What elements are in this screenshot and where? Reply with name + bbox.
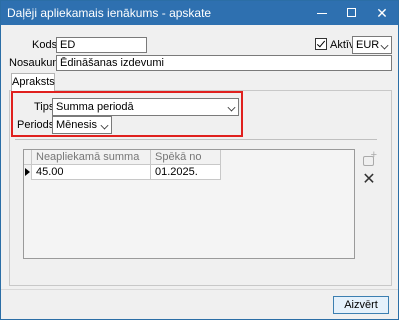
kods-label: Kods [32, 39, 58, 51]
minimize-button[interactable] [307, 1, 337, 25]
title-bar: Daļēji apliekamais ienākums - apskate ✕ [1, 1, 398, 25]
maximize-button[interactable] [337, 1, 367, 25]
aktivs-checkbox[interactable] [315, 38, 327, 50]
tab-apraksts-label: Apraksts [12, 76, 55, 88]
column-header-speka-no[interactable]: Spēkā no [151, 150, 221, 165]
currency-value: EUR [356, 39, 380, 51]
chevron-down-icon [380, 41, 389, 50]
data-grid[interactable]: Neapliekamā summa Spēkā no 45.00 01.2025… [23, 149, 355, 259]
footer-divider [1, 289, 398, 290]
grid-corner [24, 150, 32, 165]
periods-value: Mēnesis [56, 119, 97, 131]
divider [15, 139, 377, 140]
add-row-icon[interactable] [360, 146, 378, 169]
close-button[interactable]: Aizvērt [333, 296, 389, 314]
currency-select[interactable]: EUR [352, 36, 392, 54]
row-indicator-icon[interactable] [24, 165, 32, 180]
window-title: Daļēji apliekamais ienākums - apskate [7, 6, 212, 20]
column-header-summa[interactable]: Neapliekamā summa [32, 150, 151, 165]
chevron-down-icon [227, 103, 236, 112]
close-window-button[interactable]: ✕ [367, 1, 397, 25]
tips-select[interactable]: Summa periodā [52, 98, 239, 116]
close-button-label: Aizvērt [344, 299, 378, 311]
periods-select[interactable]: Mēnesis [52, 116, 112, 134]
tips-value: Summa periodā [56, 101, 134, 113]
cell-summa[interactable]: 45.00 [32, 165, 151, 180]
dialog-window: Daļēji apliekamais ienākums - apskate ✕ … [0, 0, 399, 320]
periods-label: Periods [17, 119, 55, 131]
tab-apraksts[interactable]: Apraksts [11, 73, 55, 91]
kods-input[interactable]: ED [56, 37, 147, 53]
cell-speka-no[interactable]: 01.2025. [151, 165, 221, 180]
nosaukums-input[interactable]: Ēdināšanas izdevumi [56, 55, 392, 71]
delete-icon[interactable]: ✕ [360, 171, 378, 189]
chevron-down-icon [100, 121, 109, 130]
